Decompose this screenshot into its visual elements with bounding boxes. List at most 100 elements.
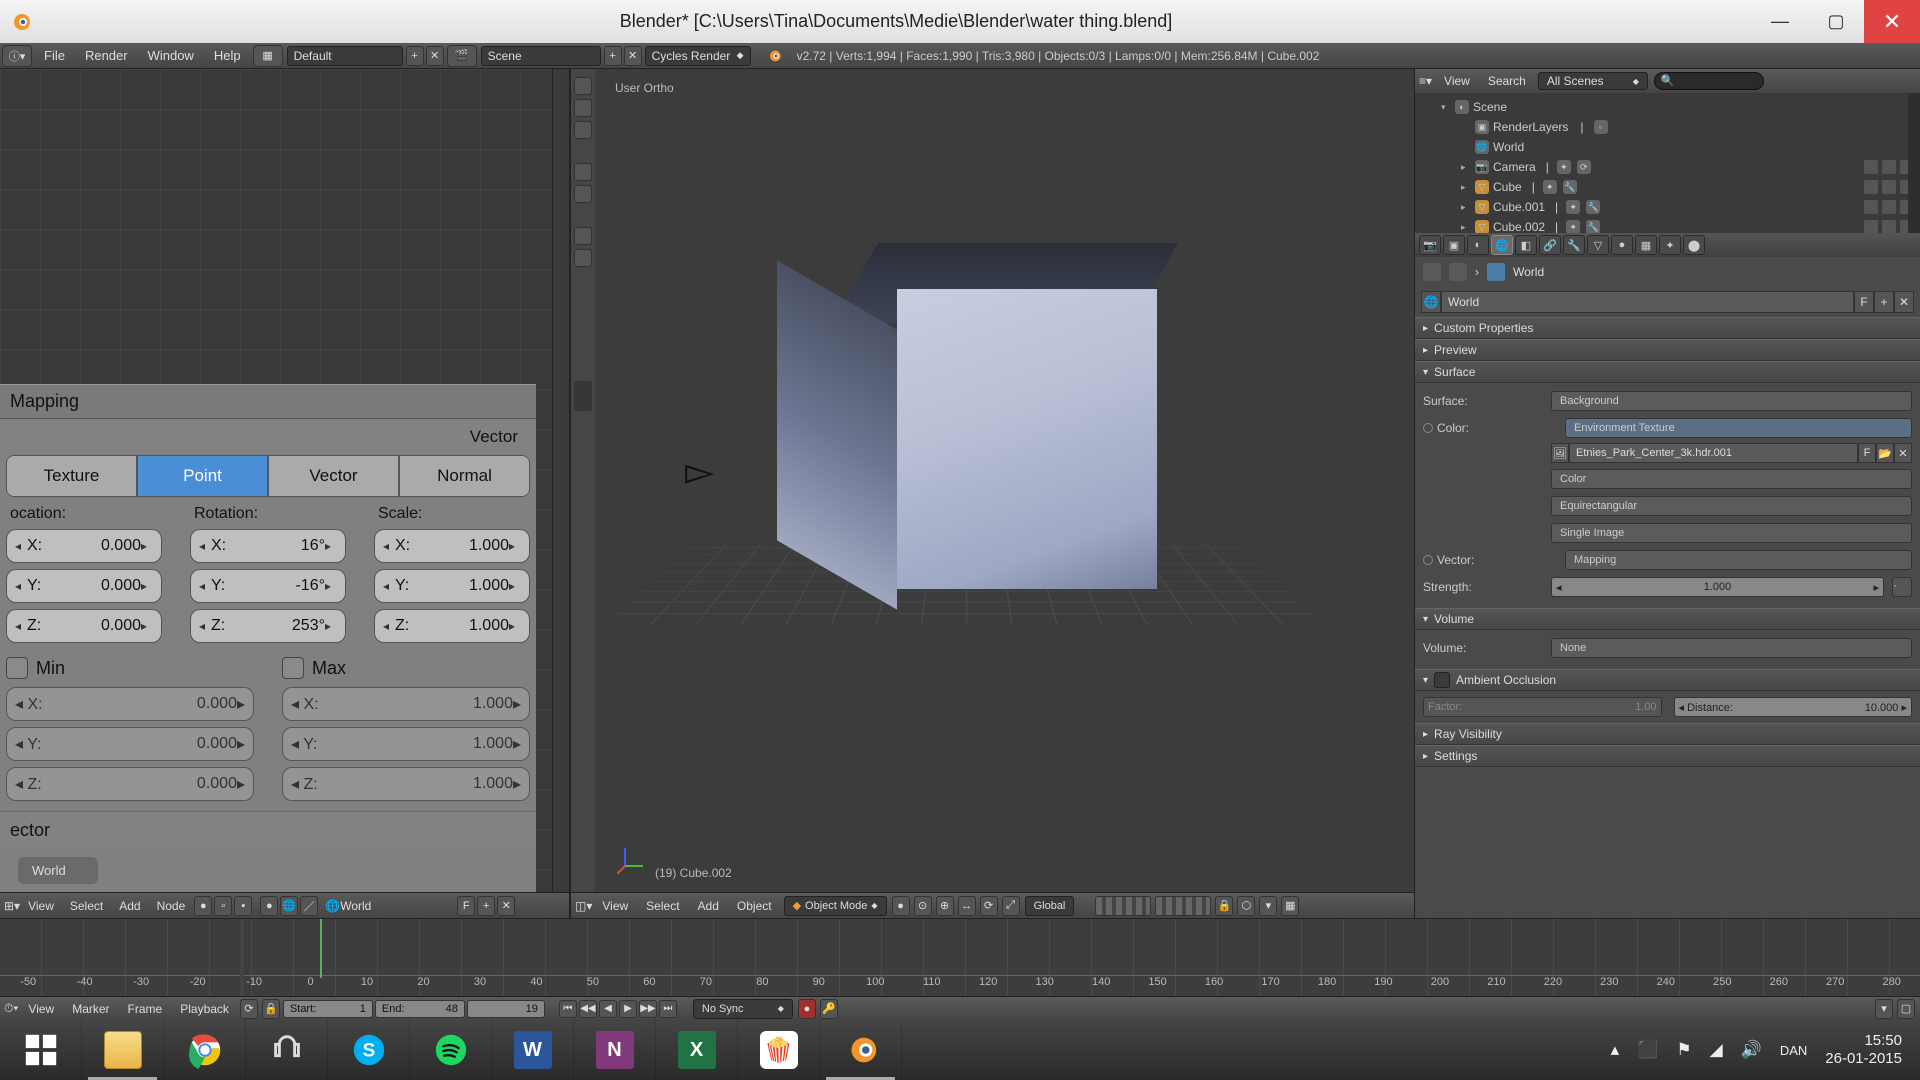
current-frame-field[interactable]: 19 bbox=[467, 1000, 545, 1018]
render-preview-icon[interactable]: ▦ bbox=[1281, 896, 1299, 916]
props-tab-data-icon[interactable]: ▽ bbox=[1587, 235, 1609, 255]
mapping-loc-z[interactable]: ◂Z:0.000▸ bbox=[6, 609, 162, 643]
panel-preview[interactable]: ▸Preview bbox=[1415, 339, 1920, 361]
tl-playback[interactable]: Playback bbox=[172, 1002, 237, 1016]
tray-language[interactable]: DAN bbox=[1780, 1043, 1807, 1058]
snap-icon[interactable]: ⬡ bbox=[1237, 896, 1255, 916]
tray-volume-icon[interactable]: 🔊 bbox=[1741, 1040, 1762, 1060]
node-editor-area[interactable]: Mapping Vector Texture Point Vector Norm… bbox=[0, 69, 553, 892]
vpf-object[interactable]: Object bbox=[729, 899, 780, 913]
render-icon[interactable] bbox=[1900, 160, 1914, 174]
renderlayer-sub-icon[interactable]: ▫ bbox=[1594, 120, 1608, 134]
disclosure-icon[interactable]: ▾ bbox=[1441, 102, 1451, 113]
pivot-icon[interactable]: ⊙ bbox=[914, 896, 932, 916]
tray-flag-icon[interactable]: ⚑ bbox=[1676, 1040, 1691, 1060]
menu-window[interactable]: Window bbox=[138, 48, 204, 63]
tray-network-icon[interactable]: ◢ bbox=[1710, 1040, 1723, 1060]
outliner-item[interactable]: Scene bbox=[1473, 100, 1507, 114]
vpf-select[interactable]: Select bbox=[638, 899, 687, 913]
visibility-icon[interactable] bbox=[1864, 160, 1878, 174]
play-reverse-icon[interactable]: ◀ bbox=[599, 1000, 617, 1018]
taskbar-excel-icon[interactable]: X bbox=[656, 1020, 738, 1080]
world-remove-button[interactable]: ✕ bbox=[497, 896, 515, 916]
world-icon[interactable]: 🌐 bbox=[325, 899, 340, 913]
mapping-max-z[interactable]: ◂ Z:1.000▸ bbox=[282, 767, 530, 801]
timeline-playhead[interactable] bbox=[320, 919, 322, 978]
next-keyframe-icon[interactable]: ▶▶ bbox=[639, 1000, 657, 1018]
vpf-add[interactable]: Add bbox=[690, 899, 727, 913]
mapping-loc-x[interactable]: ◂X:0.000▸ bbox=[6, 529, 162, 563]
jump-start-icon[interactable]: ⏮ bbox=[559, 1000, 577, 1018]
image-unlink-button[interactable]: ✕ bbox=[1894, 443, 1912, 463]
layers-widget[interactable] bbox=[1155, 896, 1211, 916]
mapping-rot-z[interactable]: ◂Z:253°▸ bbox=[190, 609, 346, 643]
modifier-icon[interactable]: 🔧 bbox=[1586, 220, 1600, 233]
node-footer-view[interactable]: View bbox=[20, 899, 62, 913]
source-dropdown[interactable]: Single Image bbox=[1551, 523, 1912, 543]
projection-dropdown[interactable]: Equirectangular bbox=[1551, 496, 1912, 516]
ao-distance-field[interactable]: ◂ Distance:10.000 ▸ bbox=[1674, 697, 1913, 717]
disclosure-icon[interactable]: ▸ bbox=[1461, 182, 1471, 193]
vpf-view[interactable]: View bbox=[594, 899, 636, 913]
props-tab-material-icon[interactable]: ● bbox=[1611, 235, 1633, 255]
taskbar-skype-icon[interactable]: S bbox=[328, 1020, 410, 1080]
outliner-search-label[interactable]: Search bbox=[1482, 74, 1532, 88]
tl-view[interactable]: View bbox=[20, 1002, 62, 1016]
tool-tab-button[interactable] bbox=[574, 249, 592, 267]
scene-add-button[interactable]: + bbox=[604, 46, 622, 66]
node-type-comp-icon[interactable]: ▫ bbox=[214, 896, 232, 916]
selectable-icon[interactable] bbox=[1882, 160, 1896, 174]
outliner-editor-type-icon[interactable]: ≡▾ bbox=[1419, 74, 1432, 88]
panel-surface[interactable]: ▾Surface bbox=[1415, 361, 1920, 383]
timeline-editor-type-icon[interactable]: ⏱▾ bbox=[4, 1001, 18, 1016]
world-fake-user-button[interactable]: F bbox=[1854, 291, 1874, 313]
modifier-icon[interactable]: ✦ bbox=[1566, 220, 1580, 233]
props-tab-object-icon[interactable]: ◧ bbox=[1515, 235, 1537, 255]
jump-end-icon[interactable]: ⏭ bbox=[659, 1000, 677, 1018]
crumb-world[interactable]: World bbox=[1513, 265, 1544, 279]
start-button[interactable] bbox=[0, 1020, 82, 1080]
ao-factor-field[interactable]: Factor:1.00 bbox=[1423, 697, 1662, 717]
taskbar-popcorn-icon[interactable]: 🍿 bbox=[738, 1020, 820, 1080]
render-icon[interactable] bbox=[1900, 200, 1914, 214]
pin-icon[interactable] bbox=[1423, 263, 1441, 281]
node-editor-type-icon[interactable]: ⊞▾ bbox=[4, 899, 20, 913]
taskbar-audio-icon[interactable] bbox=[246, 1020, 328, 1080]
tray-battery-icon[interactable]: ⬛ bbox=[1637, 1040, 1658, 1060]
record-icon[interactable]: ● bbox=[798, 999, 816, 1019]
props-tab-render-icon[interactable]: 📷 bbox=[1419, 235, 1441, 255]
node-path-world[interactable]: World bbox=[18, 857, 98, 884]
modifier-icon[interactable]: 🔧 bbox=[1586, 200, 1600, 214]
menu-render[interactable]: Render bbox=[75, 48, 138, 63]
taskbar-spotify-icon[interactable] bbox=[410, 1020, 492, 1080]
render-icon[interactable] bbox=[1900, 180, 1914, 194]
mapping-scl-x[interactable]: ◂X:1.000▸ bbox=[374, 529, 530, 563]
manipulator-icon[interactable]: ⊕ bbox=[936, 896, 954, 916]
world-name-field[interactable]: World bbox=[1441, 291, 1854, 313]
props-tab-layers-icon[interactable]: ▣ bbox=[1443, 235, 1465, 255]
mapping-scl-z[interactable]: ◂Z:1.000▸ bbox=[374, 609, 530, 643]
lock-camera-icon[interactable]: 🔒 bbox=[1215, 896, 1233, 916]
mapping-min-z[interactable]: ◂ Z:0.000▸ bbox=[6, 767, 254, 801]
tool-tab-button[interactable] bbox=[574, 227, 592, 245]
mapping-tab-normal[interactable]: Normal bbox=[399, 455, 530, 497]
strength-slider[interactable]: ◂1.000▸ bbox=[1551, 577, 1884, 597]
ao-enable-checkbox[interactable] bbox=[1434, 672, 1450, 688]
scene-crumb-icon[interactable] bbox=[1449, 263, 1467, 281]
image-open-icon[interactable]: 📂 bbox=[1876, 443, 1894, 463]
color-dropdown[interactable]: Environment Texture bbox=[1565, 418, 1912, 438]
viewport-cube-mesh[interactable] bbox=[785, 239, 1185, 589]
outliner-filter-dropdown[interactable]: All Scenes◆ bbox=[1538, 72, 1648, 90]
mapping-loc-y[interactable]: ◂Y:0.000▸ bbox=[6, 569, 162, 603]
close-button[interactable]: ✕ bbox=[1864, 0, 1920, 43]
prev-keyframe-icon[interactable]: ◀◀ bbox=[579, 1000, 597, 1018]
sync-dropdown[interactable]: No Sync◆ bbox=[693, 999, 793, 1019]
socket-icon[interactable] bbox=[1423, 555, 1433, 565]
end-frame-field[interactable]: End:48 bbox=[375, 1000, 465, 1018]
modifier-icon[interactable]: ⟳ bbox=[1577, 160, 1591, 174]
modifier-icon[interactable]: ✦ bbox=[1557, 160, 1571, 174]
strength-dot-button[interactable]: · bbox=[1892, 577, 1912, 597]
orientation-dropdown[interactable]: Global bbox=[1025, 896, 1075, 916]
layout-icon[interactable]: ▦ bbox=[253, 45, 283, 67]
scene-remove-button[interactable]: ✕ bbox=[624, 46, 642, 66]
